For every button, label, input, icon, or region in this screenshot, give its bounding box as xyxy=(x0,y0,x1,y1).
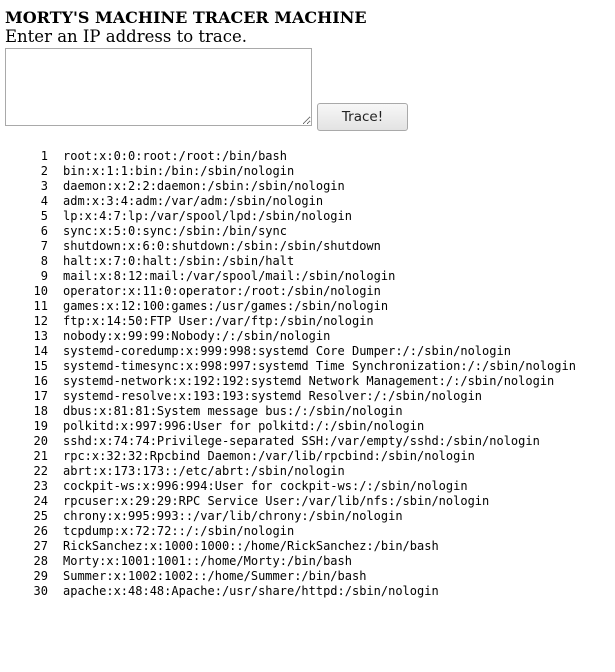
line-number: 12 xyxy=(33,313,48,328)
line-text: systemd-resolve:x:193:193:systemd Resolv… xyxy=(63,388,483,403)
output-line: 18 dbus:x:81:81:System message bus:/:/sbi… xyxy=(0,403,576,418)
line-text: root:x:0:0:root:/root:/bin/bash xyxy=(63,148,287,163)
ip-address-input[interactable] xyxy=(5,48,312,126)
output-line: 16 systemd-network:x:192:192:systemd Netw… xyxy=(0,373,576,388)
line-number: 22 xyxy=(33,463,48,478)
output-line: 3 daemon:x:2:2:daemon:/sbin:/sbin/nologin xyxy=(0,178,576,193)
line-number: 18 xyxy=(33,403,48,418)
line-number: 10 xyxy=(33,283,48,298)
output-line: 11 games:x:12:100:games:/usr/games:/sbin/… xyxy=(0,298,576,313)
output-line: 24 rpcuser:x:29:29:RPC Service User:/var/… xyxy=(0,493,576,508)
line-number: 25 xyxy=(33,508,48,523)
output-line: 12 ftp:x:14:50:FTP User:/var/ftp:/sbin/no… xyxy=(0,313,576,328)
line-number: 20 xyxy=(33,433,48,448)
output-line: 9 mail:x:8:12:mail:/var/spool/mail:/sbin/… xyxy=(0,268,576,283)
output-line: 23 cockpit-ws:x:996:994:User for cockpit-… xyxy=(0,478,576,493)
line-number: 8 xyxy=(40,253,48,268)
line-text: tcpdump:x:72:72::/:/sbin/nologin xyxy=(63,523,295,538)
output-line: 2 bin:x:1:1:bin:/bin:/sbin/nologin xyxy=(0,163,576,178)
line-text: operator:x:11:0:operator:/root:/sbin/nol… xyxy=(63,283,381,298)
line-number: 23 xyxy=(33,478,48,493)
output-line: 13 nobody:x:99:99:Nobody:/:/sbin/nologin xyxy=(0,328,576,343)
line-text: games:x:12:100:games:/usr/games:/sbin/no… xyxy=(63,298,389,313)
line-number: 26 xyxy=(33,523,48,538)
line-number: 30 xyxy=(33,583,48,598)
line-number: 17 xyxy=(33,388,48,403)
line-number: 21 xyxy=(33,448,48,463)
line-text: Morty:x:1001:1001::/home/Morty:/bin/bash xyxy=(63,553,352,568)
line-text: RickSanchez:x:1000:1000::/home/RickSanch… xyxy=(63,538,439,553)
output-line: 25 chrony:x:995:993::/var/lib/chrony:/sbi… xyxy=(0,508,576,523)
line-number: 28 xyxy=(33,553,48,568)
output-line: 19 polkitd:x:997:996:User for polkitd:/:/… xyxy=(0,418,576,433)
line-text: apache:x:48:48:Apache:/usr/share/httpd:/… xyxy=(63,583,439,598)
line-number: 14 xyxy=(33,343,48,358)
output-line: 29 Summer:x:1002:1002::/home/Summer:/bin/… xyxy=(0,568,576,583)
output-line: 26 tcpdump:x:72:72::/:/sbin/nologin xyxy=(0,523,576,538)
line-text: mail:x:8:12:mail:/var/spool/mail:/sbin/n… xyxy=(63,268,396,283)
output-line: 27 RickSanchez:x:1000:1000::/home/RickSan… xyxy=(0,538,576,553)
output-line: 10 operator:x:11:0:operator:/root:/sbin/n… xyxy=(0,283,576,298)
line-text: systemd-timesync:x:998:997:systemd Time … xyxy=(63,358,576,373)
output-line: 15 systemd-timesync:x:998:997:systemd Tim… xyxy=(0,358,576,373)
line-text: shutdown:x:6:0:shutdown:/sbin:/sbin/shut… xyxy=(63,238,381,253)
line-text: sshd:x:74:74:Privilege-separated SSH:/va… xyxy=(63,433,540,448)
output-line: 5 lp:x:4:7:lp:/var/spool/lpd:/sbin/nologi… xyxy=(0,208,576,223)
output-line: 14 systemd-coredump:x:999:998:systemd Cor… xyxy=(0,343,576,358)
output-line: 20 sshd:x:74:74:Privilege-separated SSH:/… xyxy=(0,433,576,448)
line-text: adm:x:3:4:adm:/var/adm:/sbin/nologin xyxy=(63,193,324,208)
trace-button[interactable]: Trace! xyxy=(317,103,408,131)
line-text: nobody:x:99:99:Nobody:/:/sbin/nologin xyxy=(63,328,331,343)
line-text: abrt:x:173:173::/etc/abrt:/sbin/nologin xyxy=(63,463,345,478)
line-number: 11 xyxy=(33,298,48,313)
line-number: 3 xyxy=(40,178,48,193)
line-text: halt:x:7:0:halt:/sbin:/sbin/halt xyxy=(63,253,295,268)
line-text: Summer:x:1002:1002::/home/Summer:/bin/ba… xyxy=(63,568,367,583)
line-number: 1 xyxy=(40,148,48,163)
line-text: rpc:x:32:32:Rpcbind Daemon:/var/lib/rpcb… xyxy=(63,448,475,463)
line-text: systemd-coredump:x:999:998:systemd Core … xyxy=(63,343,511,358)
output-line: 17 systemd-resolve:x:193:193:systemd Reso… xyxy=(0,388,576,403)
line-number: 6 xyxy=(40,223,48,238)
line-number: 24 xyxy=(33,493,48,508)
line-text: sync:x:5:0:sync:/sbin:/bin/sync xyxy=(63,223,287,238)
line-text: dbus:x:81:81:System message bus:/:/sbin/… xyxy=(63,403,403,418)
line-text: ftp:x:14:50:FTP User:/var/ftp:/sbin/nolo… xyxy=(63,313,374,328)
page-title: MORTY'S MACHINE TRACER MACHINE xyxy=(5,8,367,27)
output-line: 6 sync:x:5:0:sync:/sbin:/bin/sync xyxy=(0,223,576,238)
line-number: 4 xyxy=(40,193,48,208)
line-text: rpcuser:x:29:29:RPC Service User:/var/li… xyxy=(63,493,490,508)
line-text: cockpit-ws:x:996:994:User for cockpit-ws… xyxy=(63,478,468,493)
output-line: 30 apache:x:48:48:Apache:/usr/share/httpd… xyxy=(0,583,576,598)
output-line: 21 rpc:x:32:32:Rpcbind Daemon:/var/lib/rp… xyxy=(0,448,576,463)
output-line: 7 shutdown:x:6:0:shutdown:/sbin:/sbin/shu… xyxy=(0,238,576,253)
output-line: 8 halt:x:7:0:halt:/sbin:/sbin/halt xyxy=(0,253,576,268)
line-text: bin:x:1:1:bin:/bin:/sbin/nologin xyxy=(63,163,295,178)
output-line: 22 abrt:x:173:173::/etc/abrt:/sbin/nologi… xyxy=(0,463,576,478)
line-text: polkitd:x:997:996:User for polkitd:/:/sb… xyxy=(63,418,425,433)
line-text: daemon:x:2:2:daemon:/sbin:/sbin/nologin xyxy=(63,178,345,193)
line-number: 2 xyxy=(40,163,48,178)
line-number: 27 xyxy=(33,538,48,553)
line-number: 13 xyxy=(33,328,48,343)
line-number: 15 xyxy=(33,358,48,373)
trace-output: 1 root:x:0:0:root:/root:/bin/bash 2 bin:x:… xyxy=(0,148,576,598)
line-text: systemd-network:x:192:192:systemd Networ… xyxy=(63,373,555,388)
line-number: 5 xyxy=(40,208,48,223)
line-text: lp:x:4:7:lp:/var/spool/lpd:/sbin/nologin xyxy=(63,208,352,223)
line-number: 29 xyxy=(33,568,48,583)
line-text: chrony:x:995:993::/var/lib/chrony:/sbin/… xyxy=(63,508,403,523)
line-number: 19 xyxy=(33,418,48,433)
line-number: 9 xyxy=(40,268,48,283)
line-number: 16 xyxy=(33,373,48,388)
output-line: 4 adm:x:3:4:adm:/var/adm:/sbin/nologin xyxy=(0,193,576,208)
output-line: 28 Morty:x:1001:1001::/home/Morty:/bin/ba… xyxy=(0,553,576,568)
line-number: 7 xyxy=(40,238,48,253)
output-line: 1 root:x:0:0:root:/root:/bin/bash xyxy=(0,148,576,163)
ip-prompt-label: Enter an IP address to trace. xyxy=(5,27,247,46)
